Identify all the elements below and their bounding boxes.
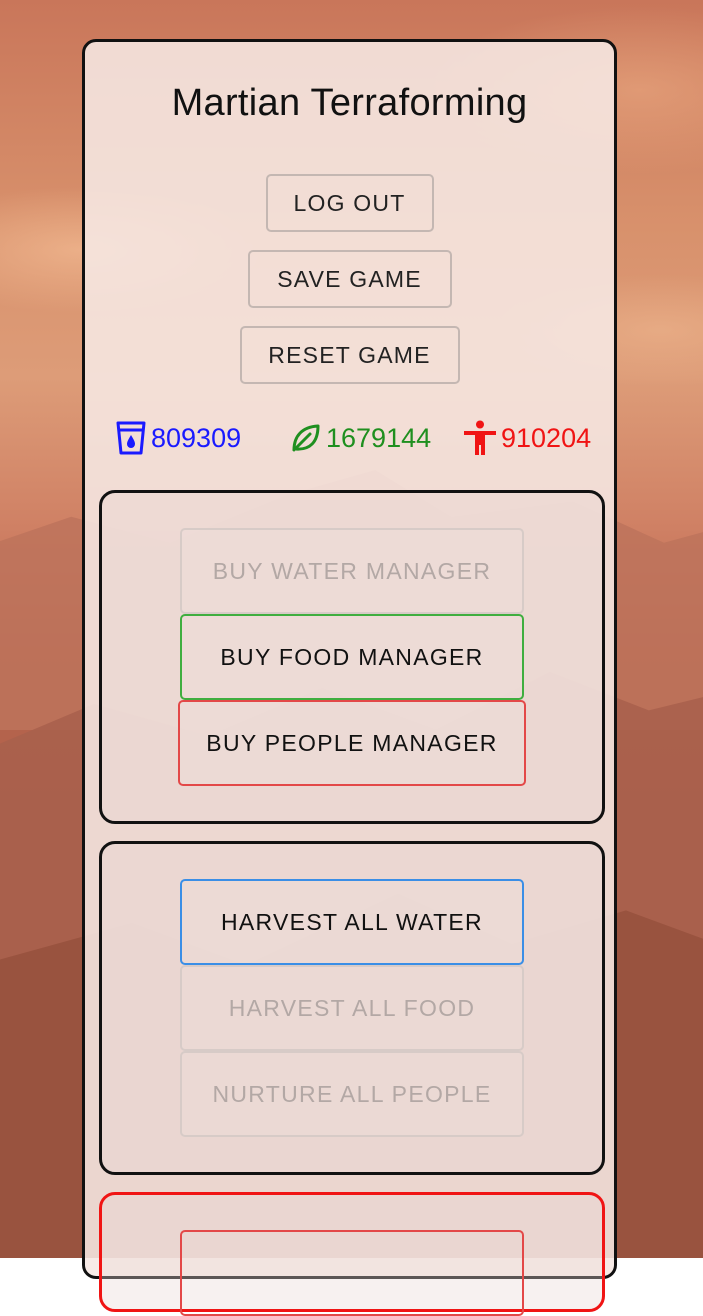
harvest-panel: HARVEST ALL WATER HARVEST ALL FOOD NURTU… [99,841,605,1175]
nurture-all-people-button[interactable]: NURTURE ALL PEOPLE [180,1051,524,1137]
food-stat: 1679144 [290,418,431,458]
partial-danger-button[interactable] [180,1230,524,1316]
danger-panel [99,1192,605,1316]
reset-game-button[interactable]: RESET GAME [239,326,460,384]
save-game-button[interactable]: SAVE GAME [247,250,452,308]
game-card: Martian Terraforming LOG OUT SAVE GAME R… [82,39,617,1316]
people-count: 910204 [501,422,592,453]
buy-people-manager-button[interactable]: BUY PEOPLE MANAGER [178,700,526,786]
water-glass-icon [115,420,147,456]
resource-stats: 809309 1679144 910204 [85,418,614,458]
person-icon [463,420,497,456]
water-stat: 809309 [115,418,241,458]
leaf-icon [290,422,322,454]
people-stat: 910204 [463,418,591,458]
harvest-all-water-button[interactable]: HARVEST ALL WATER [180,879,524,965]
buy-food-manager-button[interactable]: BUY FOOD MANAGER [180,614,524,700]
water-count: 809309 [151,422,242,453]
harvest-all-food-button[interactable]: HARVEST ALL FOOD [180,965,524,1051]
logout-button[interactable]: LOG OUT [265,174,434,232]
food-count: 1679144 [326,422,432,453]
managers-panel: BUY WATER MANAGER BUY FOOD MANAGER BUY P… [99,490,605,824]
game-title: Martian Terraforming [171,82,528,124]
buy-water-manager-button[interactable]: BUY WATER MANAGER [180,528,524,614]
